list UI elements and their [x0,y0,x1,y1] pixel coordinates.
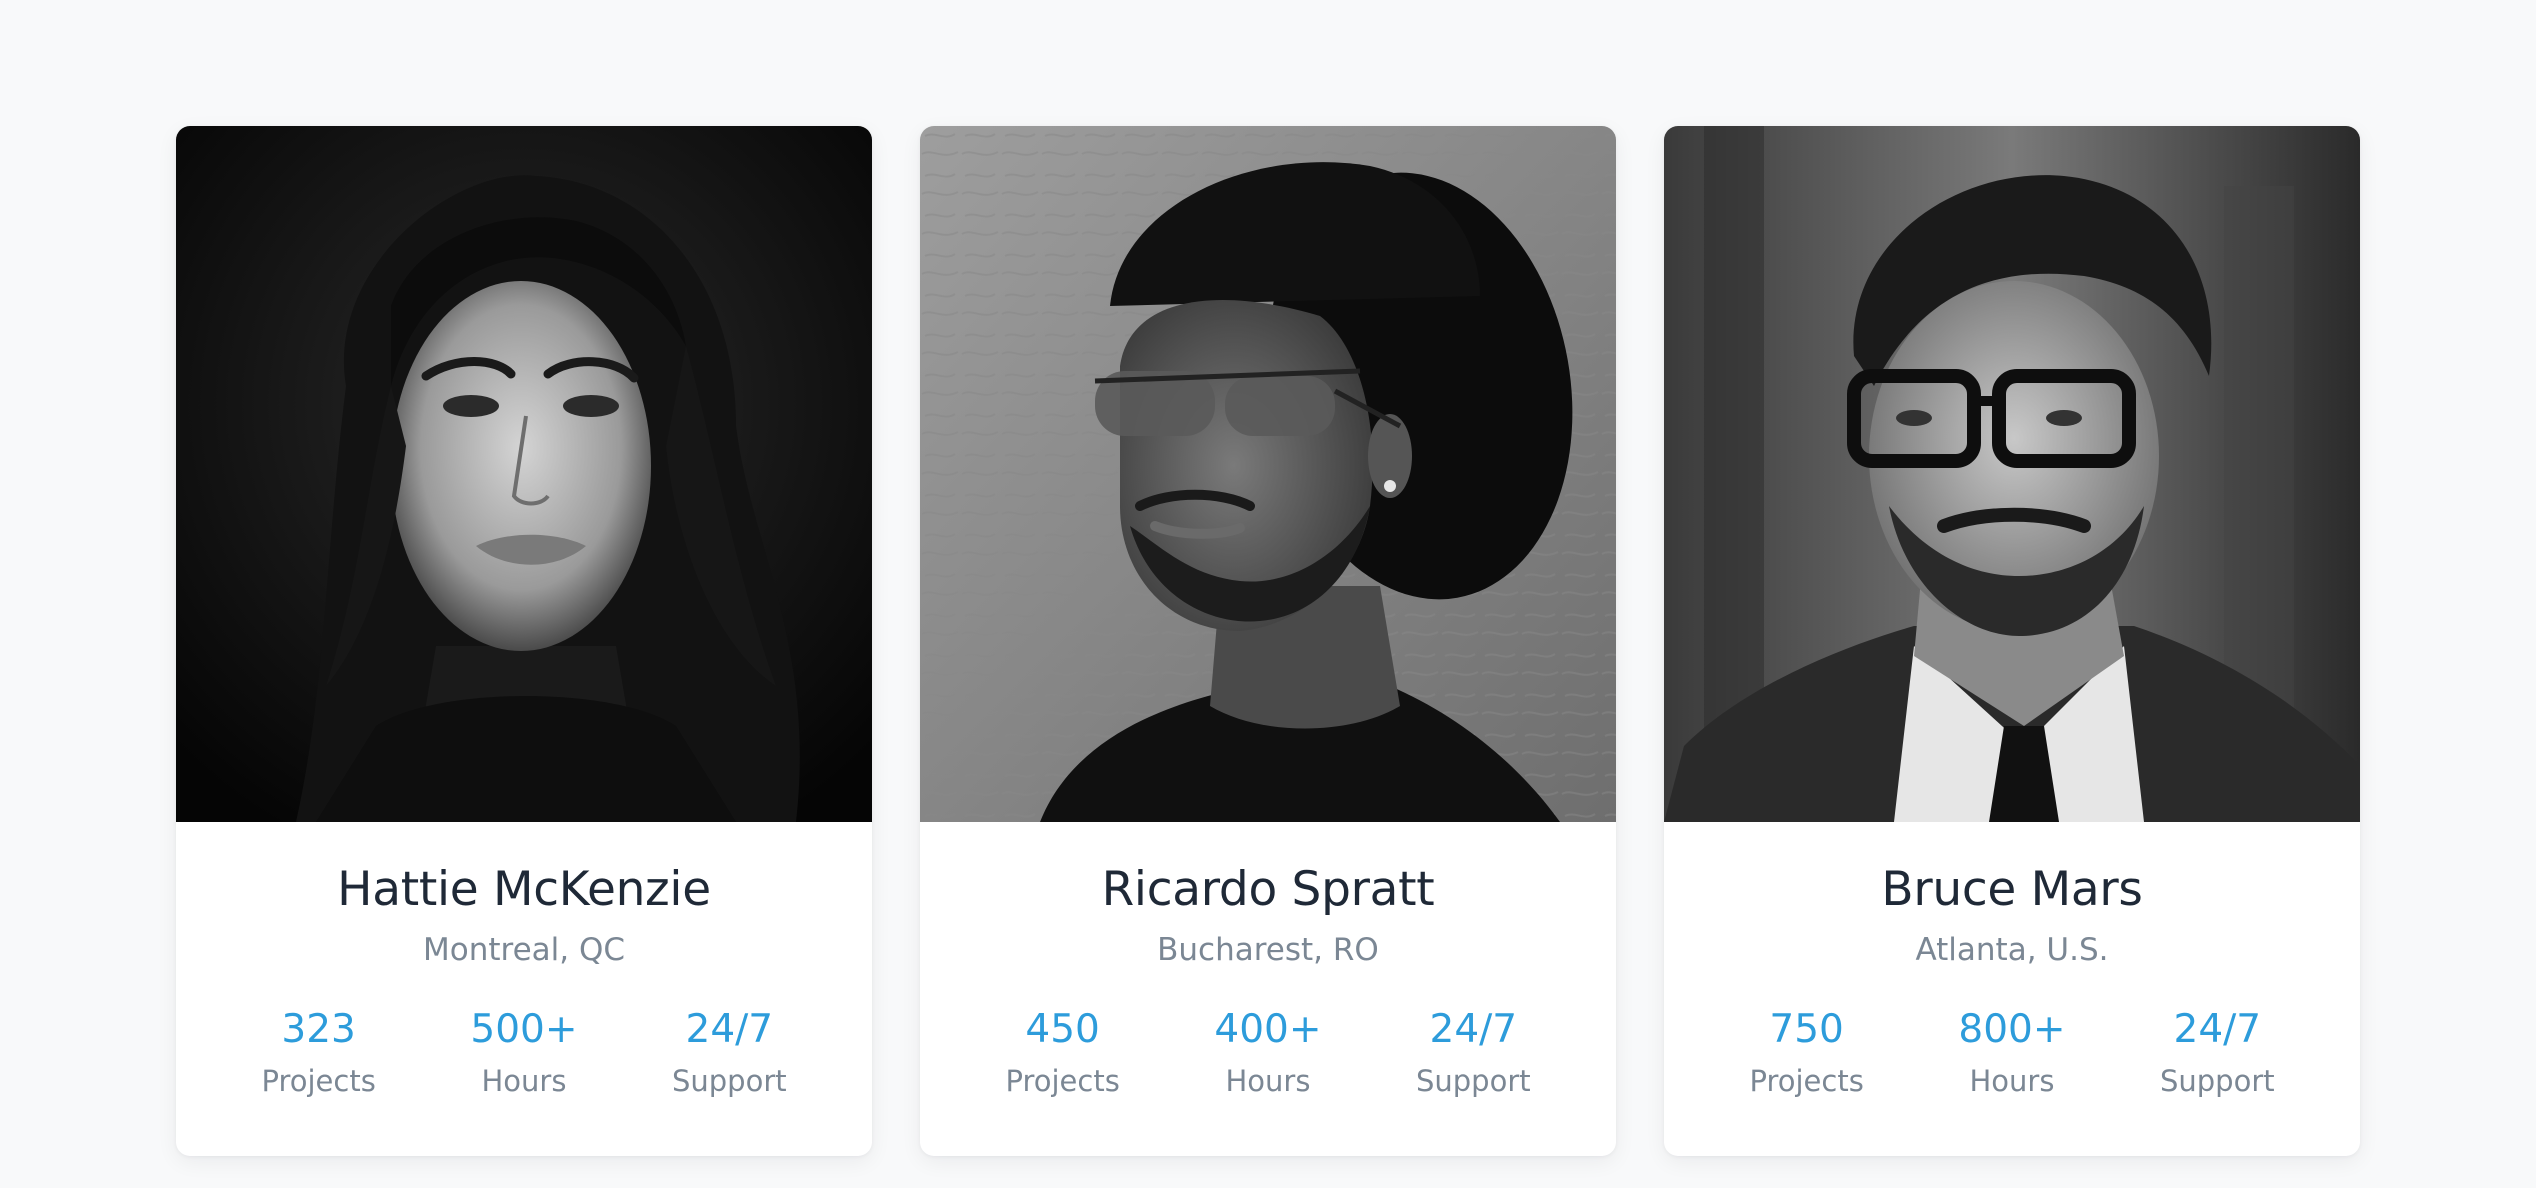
stat-value: 800+ [1958,1007,2066,1052]
stat-label: Support [671,1064,787,1098]
profile-photo [1664,126,2360,822]
team-card-ricardo[interactable]: Ricardo Spratt Bucharest, RO 450 Project… [920,126,1616,1156]
stat-support: 24/7 Support [2127,1010,2307,1096]
stat-label: Projects [1005,1064,1120,1098]
stat-support: 24/7 Support [1383,1010,1563,1096]
stat-projects: 450 Projects [973,1010,1153,1096]
stat-support: 24/7 Support [639,1010,819,1096]
stat-value: 750 [1769,1007,1844,1052]
stat-value: 24/7 [2173,1007,2262,1052]
member-stats: 450 Projects 400+ Hours 24/7 Support [920,1010,1616,1096]
team-cards: Hattie McKenzie Montreal, QC 323 Project… [176,126,2360,1156]
team-section: Hattie McKenzie Montreal, QC 323 Project… [0,0,2536,1188]
profile-photo [920,126,1616,822]
team-card-hattie[interactable]: Hattie McKenzie Montreal, QC 323 Project… [176,126,872,1156]
card-body: Ricardo Spratt Bucharest, RO 450 Project… [920,822,1616,1156]
member-name: Bruce Mars [1881,862,2143,917]
card-body: Bruce Mars Atlanta, U.S. 750 Projects 80… [1664,822,2360,1156]
stat-hours: 800+ Hours [1922,1010,2102,1096]
member-location: Atlanta, U.S. [1915,932,2109,968]
stat-label: Projects [1749,1064,1864,1098]
profile-photo [176,126,872,822]
team-card-bruce[interactable]: Bruce Mars Atlanta, U.S. 750 Projects 80… [1664,126,2360,1156]
stat-value: 24/7 [685,1007,774,1052]
member-name: Ricardo Spratt [1101,862,1435,917]
stat-label: Projects [261,1064,376,1098]
stat-hours: 500+ Hours [434,1010,614,1096]
member-stats: 750 Projects 800+ Hours 24/7 Support [1664,1010,2360,1096]
stat-value: 500+ [470,1007,578,1052]
stat-hours: 400+ Hours [1178,1010,1358,1096]
stat-label: Hours [481,1064,567,1098]
card-body: Hattie McKenzie Montreal, QC 323 Project… [176,822,872,1156]
stat-projects: 750 Projects [1717,1010,1897,1096]
member-location: Bucharest, RO [1157,932,1379,968]
stat-label: Hours [1969,1064,2055,1098]
stat-projects: 323 Projects [229,1010,409,1096]
stat-value: 323 [281,1007,356,1052]
portrait-photo-man-glasses [1664,126,2360,822]
member-location: Montreal, QC [422,932,625,968]
portrait-photo-man-hat [920,126,1616,822]
portrait-photo-woman [176,126,872,822]
stat-value: 450 [1025,1007,1100,1052]
member-name: Hattie McKenzie [337,862,711,917]
stat-value: 400+ [1214,1007,1322,1052]
stat-label: Hours [1225,1064,1311,1098]
member-stats: 323 Projects 500+ Hours 24/7 Support [176,1010,872,1096]
stat-value: 24/7 [1429,1007,1518,1052]
stat-label: Support [1415,1064,1531,1098]
stat-label: Support [2159,1064,2275,1098]
